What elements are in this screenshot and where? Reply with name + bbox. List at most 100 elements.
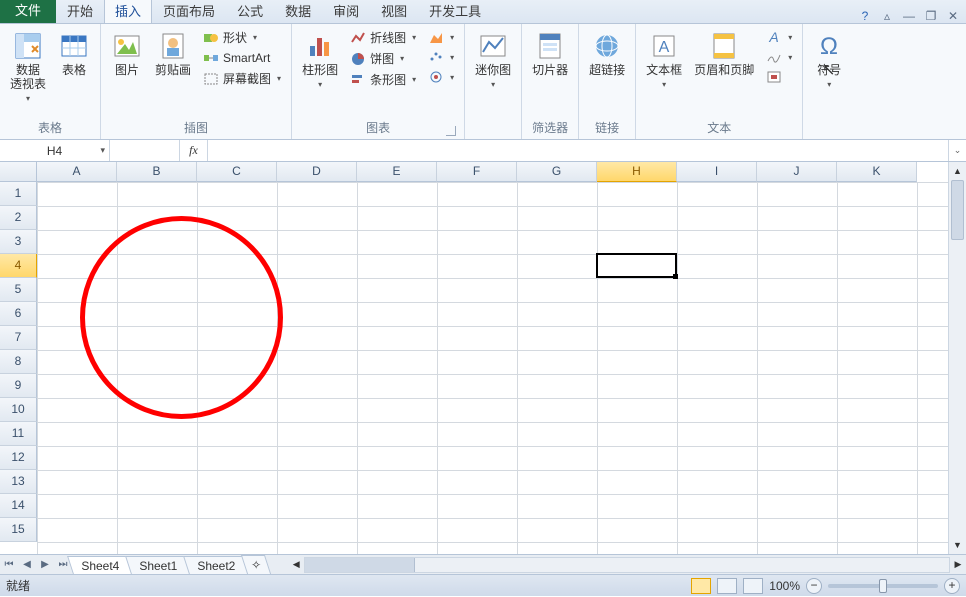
fx-button[interactable]: fx: [180, 140, 208, 161]
row-header[interactable]: 6: [0, 302, 37, 326]
object-button[interactable]: [762, 68, 796, 86]
screenshot-button[interactable]: 屏幕截图▾: [199, 69, 285, 88]
svg-text:Ω: Ω: [820, 33, 838, 60]
sparkline-button[interactable]: 迷你图 ▾: [471, 28, 515, 91]
line-chart-button[interactable]: 折线图▾: [346, 28, 420, 47]
group-tables: 数据 透视表 ▾ 表格 表格: [0, 24, 101, 139]
row-header[interactable]: 10: [0, 398, 37, 422]
next-sheet-icon[interactable]: ▶: [36, 559, 54, 570]
zoom-slider[interactable]: [828, 584, 938, 588]
red-circle-shape[interactable]: [80, 216, 283, 419]
column-header[interactable]: D: [277, 162, 357, 182]
header-footer-button[interactable]: 页眉和页脚: [690, 28, 758, 80]
pivot-table-button[interactable]: 数据 透视表 ▾: [6, 28, 50, 105]
tab-page-layout[interactable]: 页面布局: [152, 0, 226, 23]
column-header[interactable]: C: [197, 162, 277, 182]
column-header[interactable]: E: [357, 162, 437, 182]
row-header[interactable]: 8: [0, 350, 37, 374]
formula-input[interactable]: [208, 140, 948, 161]
column-chart-button[interactable]: 柱形图 ▾: [298, 28, 342, 91]
pie-chart-button[interactable]: 饼图▾: [346, 49, 420, 68]
sheet-tab[interactable]: Sheet1: [125, 556, 191, 574]
expand-formula-bar[interactable]: ⌄: [948, 140, 966, 161]
first-sheet-icon[interactable]: ⏮: [0, 559, 18, 570]
name-box[interactable]: H4▾: [0, 140, 110, 161]
zoom-knob[interactable]: [879, 579, 887, 593]
tab-view[interactable]: 视图: [370, 0, 418, 23]
row-header[interactable]: 15: [0, 518, 37, 542]
page-layout-view-button[interactable]: [717, 578, 737, 594]
tab-review[interactable]: 审阅: [322, 0, 370, 23]
row-header[interactable]: 11: [0, 422, 37, 446]
column-header[interactable]: H: [597, 162, 677, 182]
chevron-down-icon: ▾: [412, 33, 416, 42]
slicer-button[interactable]: 切片器: [528, 28, 572, 80]
textbox-icon: A: [648, 30, 680, 62]
vertical-scrollbar[interactable]: ▲ ▼: [948, 162, 966, 554]
scroll-up-icon[interactable]: ▲: [949, 162, 966, 180]
row-header[interactable]: 5: [0, 278, 37, 302]
scatter-chart-button[interactable]: ▾: [424, 48, 458, 66]
row-header[interactable]: 1: [0, 182, 37, 206]
normal-view-button[interactable]: [691, 578, 711, 594]
column-header[interactable]: G: [517, 162, 597, 182]
close-window-icon[interactable]: ✕: [946, 9, 960, 23]
picture-button[interactable]: 图片: [107, 28, 147, 80]
symbol-button[interactable]: Ω 符号 ▾: [809, 28, 849, 91]
shapes-button[interactable]: 形状▾: [199, 28, 285, 47]
sheet-tab[interactable]: Sheet2: [183, 556, 249, 574]
row-header[interactable]: 14: [0, 494, 37, 518]
column-header[interactable]: F: [437, 162, 517, 182]
other-chart-button[interactable]: ▾: [424, 68, 458, 86]
scroll-right-icon[interactable]: ▶: [950, 559, 966, 570]
column-header[interactable]: I: [677, 162, 757, 182]
column-header[interactable]: A: [37, 162, 117, 182]
chevron-down-icon[interactable]: ▾: [100, 145, 105, 156]
smartart-button[interactable]: SmartArt: [199, 49, 285, 67]
chevron-down-icon: ▾: [662, 80, 666, 89]
row-header[interactable]: 4: [0, 254, 37, 278]
zoom-in-button[interactable]: +: [944, 578, 960, 594]
row-header[interactable]: 2: [0, 206, 37, 230]
area-chart-icon: [428, 29, 444, 45]
signature-button[interactable]: ↖▾: [762, 48, 796, 66]
area-chart-button[interactable]: ▾: [424, 28, 458, 46]
tab-home[interactable]: 开始: [56, 0, 104, 23]
minimize-ribbon-icon[interactable]: ▵: [880, 9, 894, 23]
horizontal-scrollbar[interactable]: ◀ ▶: [288, 557, 966, 573]
table-button[interactable]: 表格: [54, 28, 94, 80]
tab-formulas[interactable]: 公式: [226, 0, 274, 23]
tab-insert[interactable]: 插入: [104, 0, 152, 23]
hscroll-thumb[interactable]: [305, 558, 415, 572]
column-header[interactable]: B: [117, 162, 197, 182]
new-sheet-button[interactable]: ✧: [241, 555, 271, 574]
help-icon[interactable]: ?: [858, 9, 872, 23]
zoom-out-button[interactable]: −: [806, 578, 822, 594]
column-header[interactable]: K: [837, 162, 917, 182]
charts-dialog-launcher[interactable]: [446, 126, 456, 136]
hyperlink-button[interactable]: 超链接: [585, 28, 629, 80]
vscroll-thumb[interactable]: [951, 180, 964, 240]
row-header[interactable]: 9: [0, 374, 37, 398]
scroll-down-icon[interactable]: ▼: [949, 536, 966, 554]
select-all-corner[interactable]: [0, 162, 37, 182]
minimize-window-icon[interactable]: —: [902, 9, 916, 23]
row-header[interactable]: 12: [0, 446, 37, 470]
tab-data[interactable]: 数据: [274, 0, 322, 23]
textbox-button[interactable]: A 文本框 ▾: [642, 28, 686, 91]
row-header[interactable]: 13: [0, 470, 37, 494]
sheet-tab[interactable]: Sheet4: [67, 556, 133, 574]
clipart-button[interactable]: 剪贴画: [151, 28, 195, 80]
tab-file[interactable]: 文件: [0, 0, 56, 23]
scroll-left-icon[interactable]: ◀: [288, 559, 304, 570]
wordart-button[interactable]: A▾: [762, 28, 796, 46]
bar-chart-button[interactable]: 条形图▾: [346, 70, 420, 89]
row-header[interactable]: 7: [0, 326, 37, 350]
cell-grid[interactable]: [37, 182, 948, 554]
page-break-view-button[interactable]: [743, 578, 763, 594]
tab-developer[interactable]: 开发工具: [418, 0, 492, 23]
restore-window-icon[interactable]: ❐: [924, 9, 938, 23]
prev-sheet-icon[interactable]: ◀: [18, 559, 36, 570]
row-header[interactable]: 3: [0, 230, 37, 254]
column-header[interactable]: J: [757, 162, 837, 182]
